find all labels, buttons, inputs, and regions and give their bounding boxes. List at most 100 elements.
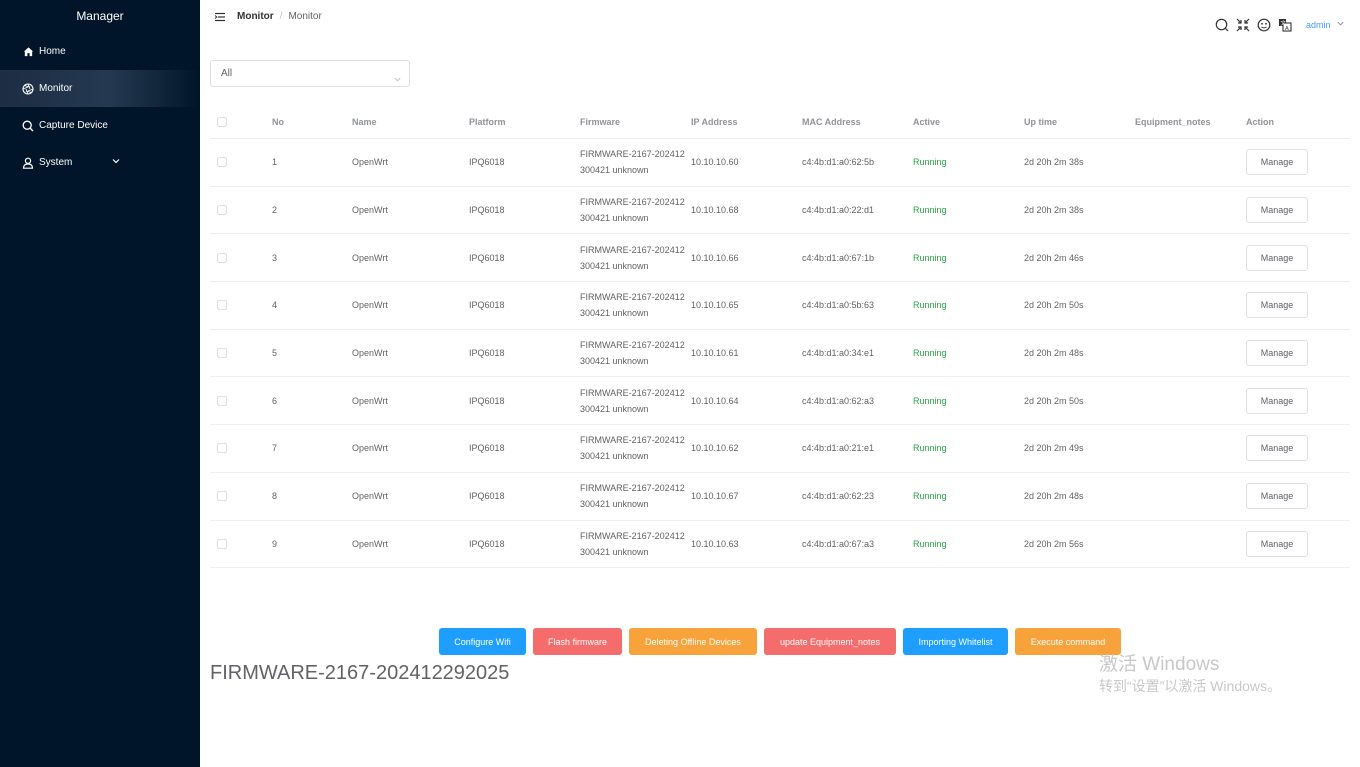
manage-button[interactable]: Manage — [1246, 197, 1308, 224]
breadcrumb: Monitor / Monitor — [237, 11, 322, 22]
manage-button[interactable]: Manage — [1246, 435, 1308, 462]
search-icon[interactable] — [1214, 17, 1230, 33]
row-checkbox[interactable] — [217, 491, 227, 502]
table-row: 4 OpenWrt IPQ6018 FIRMWARE-2167-20241230042… — [210, 282, 1350, 330]
sidebar: Manager Home Monitor Capture Device Syst… — [0, 0, 200, 767]
breadcrumb-separator: / — [279, 11, 283, 22]
manage-button[interactable]: Manage — [1246, 530, 1308, 557]
mac-address: c4:4b:d1:a0:67:a3 — [802, 538, 875, 549]
action-cell: Manage — [1246, 187, 1308, 234]
platform: IPQ6018 — [469, 443, 505, 454]
row-checkbox[interactable] — [217, 395, 227, 406]
manage-button[interactable]: Manage — [1246, 292, 1308, 319]
user-menu[interactable]: admin — [1306, 19, 1345, 30]
table-row: 6 OpenWrt IPQ6018 FIRMWARE-2167-20241230042… — [210, 377, 1350, 426]
status-badge: Running — [913, 205, 947, 216]
select-all-checkbox[interactable] — [217, 117, 227, 127]
column-header: MAC Address — [802, 117, 861, 127]
firmware: FIRMWARE-2167-202412300421 unknown — [580, 530, 685, 557]
row-checkbox[interactable] — [217, 205, 227, 216]
device-name: OpenWrt — [352, 205, 388, 216]
action-cell: Manage — [1246, 473, 1308, 520]
row-number: 6 — [272, 395, 278, 406]
row-checkbox[interactable] — [217, 157, 227, 168]
device-name: OpenWrt — [352, 348, 388, 359]
delete-offline-devices-button[interactable]: Deleting Offline Devices — [629, 628, 757, 655]
platform: IPQ6018 — [469, 300, 505, 311]
home-icon — [22, 46, 34, 58]
action-cell: Manage — [1246, 330, 1308, 377]
manage-button[interactable]: Manage — [1246, 149, 1308, 176]
chevron-down-icon — [111, 156, 121, 166]
manage-button[interactable]: Manage — [1246, 244, 1308, 271]
uptime: 2d 20h 2m 50s — [1024, 300, 1084, 311]
ip-address: 10.10.10.62 — [691, 443, 739, 454]
ip-address: 10.10.10.63 — [691, 538, 739, 549]
device-name: OpenWrt — [352, 395, 388, 406]
row-checkbox[interactable] — [217, 538, 227, 549]
manage-button[interactable]: Manage — [1246, 340, 1308, 367]
column-header: Platform — [469, 117, 506, 127]
column-header: Name — [352, 117, 377, 127]
update-equipment-notes-button[interactable]: update Equipment_notes — [764, 628, 896, 655]
row-select-cell — [217, 139, 227, 186]
uptime: 2d 20h 2m 48s — [1024, 491, 1084, 502]
breadcrumb-item[interactable]: Monitor — [237, 11, 274, 22]
row-checkbox[interactable] — [217, 443, 227, 454]
firmware: FIRMWARE-2167-202412300421 unknown — [580, 483, 685, 510]
device-name: OpenWrt — [352, 538, 388, 549]
sidebar-item-capture-device[interactable]: Capture Device — [0, 107, 200, 144]
action-cell: Manage — [1246, 377, 1308, 424]
translate-icon[interactable]: 文A — [1277, 17, 1293, 33]
uptime: 2d 20h 2m 50s — [1024, 395, 1084, 406]
device-table: No Name Platform Firmware IP Address MAC… — [210, 106, 1350, 569]
username: admin — [1306, 19, 1331, 30]
device-name: OpenWrt — [352, 491, 388, 502]
sidebar-item-system[interactable]: System — [0, 144, 200, 181]
status-badge: Running — [913, 252, 947, 263]
column-header: Action — [1246, 117, 1274, 127]
action-cell: Manage — [1246, 139, 1308, 186]
ip-address: 10.10.10.64 — [691, 395, 739, 406]
search-icon — [22, 120, 34, 132]
manage-button[interactable]: Manage — [1246, 483, 1308, 510]
uptime: 2d 20h 2m 38s — [1024, 157, 1084, 168]
row-checkbox[interactable] — [217, 300, 227, 311]
platform: IPQ6018 — [469, 205, 505, 216]
table-row: 7 OpenWrt IPQ6018 FIRMWARE-2167-20241230042… — [210, 425, 1350, 473]
row-number: 5 — [272, 348, 278, 359]
status-badge: Running — [913, 538, 947, 549]
mac-address: c4:4b:d1:a0:62:a3 — [802, 395, 875, 406]
menu-toggle-icon[interactable] — [214, 10, 226, 22]
table-row: 1 OpenWrt IPQ6018 FIRMWARE-2167-20241230042… — [210, 139, 1350, 187]
configure-wifi-button[interactable]: Configure Wifi — [439, 628, 526, 655]
mac-address: c4:4b:d1:a0:22:d1 — [802, 205, 875, 216]
header-toolbar: 文A — [1214, 17, 1293, 33]
sidebar-item-label: Capture Device — [39, 120, 108, 131]
face-icon[interactable] — [1256, 17, 1272, 33]
status-filter-select[interactable]: All — [210, 60, 410, 87]
flash-firmware-button[interactable]: Flash firmware — [533, 628, 622, 655]
table-row: 3 OpenWrt IPQ6018 FIRMWARE-2167-20241230042… — [210, 234, 1350, 283]
firmware: FIRMWARE-2167-202412300421 unknown — [580, 149, 685, 176]
row-checkbox[interactable] — [217, 252, 227, 263]
firmware: FIRMWARE-2167-202412300421 unknown — [580, 197, 685, 224]
action-cell: Manage — [1246, 282, 1308, 329]
manage-button[interactable]: Manage — [1246, 387, 1308, 414]
import-whitelist-button[interactable]: Importing Whitelist — [903, 628, 1008, 655]
firmware: FIRMWARE-2167-202412300421 unknown — [580, 340, 685, 367]
fullscreen-exit-icon[interactable] — [1235, 17, 1251, 33]
sidebar-item-monitor[interactable]: Monitor — [0, 70, 200, 107]
status-badge: Running — [913, 443, 947, 454]
sidebar-item-home[interactable]: Home — [0, 33, 200, 70]
mac-address: c4:4b:d1:a0:67:1b — [802, 252, 875, 263]
activation-watermark-hint: 转到“设置”以激活 Windows。 — [1099, 678, 1282, 694]
row-checkbox[interactable] — [217, 348, 227, 359]
table-header: No Name Platform Firmware IP Address MAC… — [210, 106, 1350, 139]
ip-address: 10.10.10.61 — [691, 348, 739, 359]
status-badge: Running — [913, 395, 947, 406]
uptime: 2d 20h 2m 46s — [1024, 252, 1084, 263]
column-header: IP Address — [691, 117, 738, 127]
row-select-cell — [217, 521, 227, 568]
select-value: All — [221, 68, 233, 79]
